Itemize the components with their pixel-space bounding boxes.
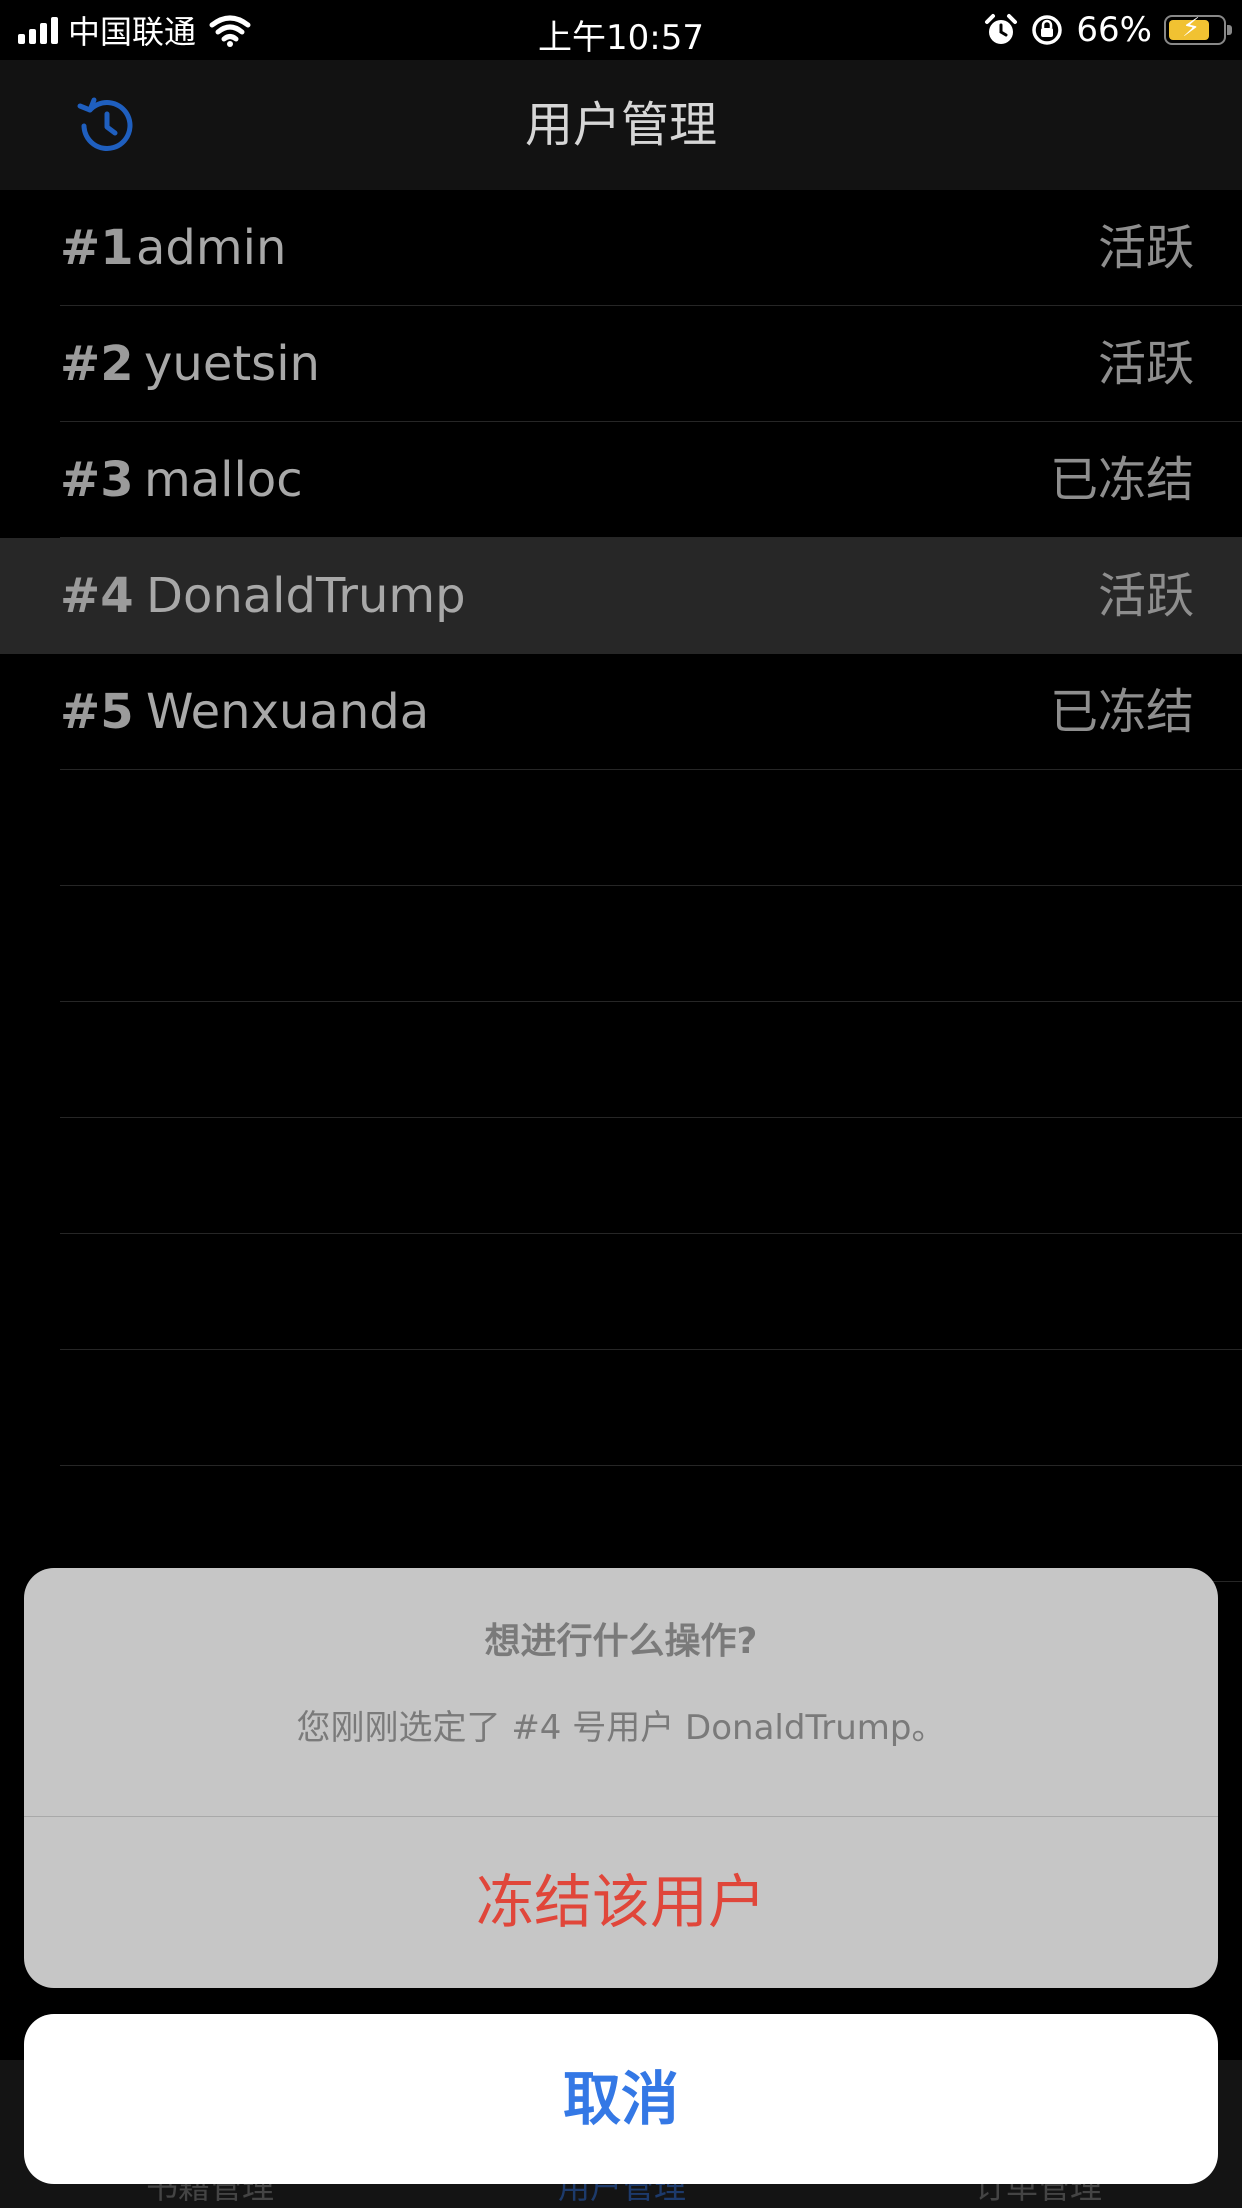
battery-icon: ⚡ <box>1164 13 1232 45</box>
user-name: admin <box>136 220 287 276</box>
status-bar: 中国联通 上午10:57 66% ⚡ <box>0 0 1242 60</box>
user-status: 活跃 <box>1097 568 1194 624</box>
user-row-1[interactable]: #1 admin 活跃 <box>0 190 1242 306</box>
user-name: malloc <box>144 452 303 508</box>
user-status: 活跃 <box>1097 336 1194 392</box>
freeze-user-button[interactable]: 冻结该用户 <box>24 1817 1218 1988</box>
cancel-button[interactable]: 取消 <box>24 2014 1218 2184</box>
user-name: DonaldTrump <box>146 568 466 624</box>
battery-percent: 66% <box>1076 10 1152 50</box>
user-status: 已冻结 <box>1049 452 1194 508</box>
action-sheet-message: 您刚刚选定了 #4 号用户 DonaldTrump。 <box>296 1708 946 1748</box>
user-list: #1 admin 活跃 #2 yuetsin 活跃 #3 malloc 已冻结 … <box>0 190 1242 1582</box>
empty-row <box>0 1234 1242 1350</box>
charging-bolt-icon: ⚡ <box>1182 13 1201 43</box>
empty-row <box>0 1118 1242 1234</box>
empty-row <box>0 1350 1242 1466</box>
user-name: Wenxuanda <box>146 684 430 740</box>
rotation-lock-icon <box>1032 15 1063 45</box>
user-id: #1 <box>60 220 134 276</box>
empty-row <box>0 1466 1242 1582</box>
user-status: 活跃 <box>1097 220 1194 276</box>
user-name: yuetsin <box>144 336 320 392</box>
user-id: #3 <box>60 452 134 508</box>
empty-row <box>0 1002 1242 1118</box>
page-title: 用户管理 <box>524 97 717 153</box>
navigation-bar: 用户管理 <box>0 60 1242 190</box>
action-sheet: 想进行什么操作? 您刚刚选定了 #4 号用户 DonaldTrump。 冻结该用… <box>24 1568 1218 1988</box>
action-sheet-title: 想进行什么操作? <box>484 1621 758 1662</box>
user-id: #4 <box>60 568 134 624</box>
user-status: 已冻结 <box>1049 684 1194 740</box>
user-row-5[interactable]: #5 Wenxuanda 已冻结 <box>0 654 1242 770</box>
user-id: #2 <box>60 336 134 392</box>
alarm-icon <box>985 14 1018 44</box>
user-id: #5 <box>60 684 134 740</box>
user-row-4[interactable]: #4 DonaldTrump 活跃 <box>0 538 1242 654</box>
user-row-2[interactable]: #2 yuetsin 活跃 <box>0 306 1242 422</box>
empty-row <box>0 770 1242 886</box>
empty-row <box>0 886 1242 1002</box>
user-row-3[interactable]: #3 malloc 已冻结 <box>0 422 1242 538</box>
status-right: 66% ⚡ <box>984 10 1232 50</box>
